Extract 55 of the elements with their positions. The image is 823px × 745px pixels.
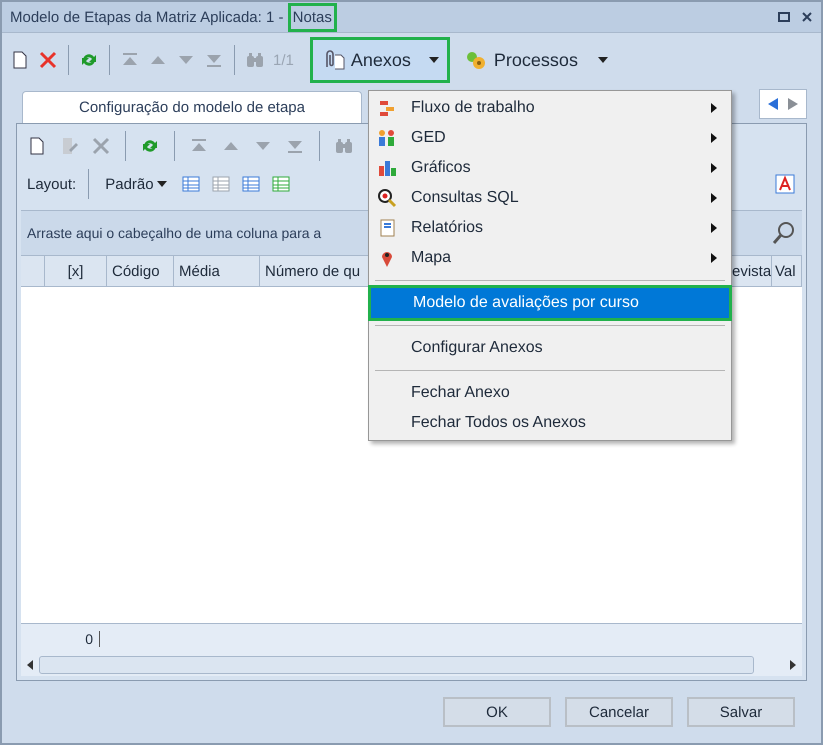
submenu-arrow-icon (711, 133, 717, 143)
column-header[interactable]: Código (107, 256, 174, 286)
import-icon[interactable] (270, 174, 291, 194)
save-layout-icon[interactable] (180, 174, 201, 194)
right-arrow-icon[interactable] (786, 97, 800, 111)
scrollbar-thumb[interactable] (39, 656, 754, 674)
window-title: Modelo de Etapas da Matriz Aplicada: 1 - (10, 8, 284, 26)
submenu-arrow-icon (711, 163, 717, 173)
menu-item[interactable]: Modelo de avaliações por curso (371, 288, 729, 318)
restore-icon[interactable] (777, 10, 791, 24)
row-count: 0 (21, 631, 100, 647)
caret-icon (598, 57, 608, 63)
group-by-hint: Arraste aqui o cabeçalho de uma coluna para a (27, 225, 322, 241)
menu-item[interactable]: GED (369, 123, 731, 153)
menu-item[interactable]: Consultas SQL (369, 183, 731, 213)
submenu-arrow-icon (711, 223, 717, 233)
menu-item[interactable]: Relatórios (369, 213, 731, 243)
submenu-arrow-icon (711, 193, 717, 203)
table-icon[interactable] (240, 174, 261, 194)
processes-button[interactable]: Processos (458, 40, 614, 80)
caret-icon (428, 57, 439, 63)
left-arrow-icon[interactable] (766, 97, 780, 111)
save-button[interactable]: Salvar (687, 697, 795, 727)
binoculars-icon[interactable] (334, 136, 354, 156)
close-icon[interactable] (801, 11, 813, 23)
scroll-left-icon[interactable] (25, 659, 35, 671)
window-title: Notas (288, 2, 337, 32)
search-icon[interactable] (772, 221, 796, 245)
ok-button[interactable]: OK (443, 697, 551, 727)
submenu-arrow-icon (711, 103, 717, 113)
binoculars-icon[interactable] (245, 50, 265, 70)
menu-item[interactable]: Configurar Anexos (369, 333, 731, 363)
column-header[interactable]: [x] (45, 256, 107, 286)
pager-text: 1/1 (273, 52, 294, 68)
menu-item[interactable]: Gráficos (369, 153, 731, 183)
people-icon (377, 128, 397, 148)
menu-item[interactable]: Fechar Anexo (369, 378, 731, 408)
layout-dropdown[interactable]: Padrão (101, 176, 171, 192)
submenu-arrow-icon (711, 253, 717, 263)
scroll-right-icon[interactable] (788, 659, 798, 671)
column-header[interactable]: Val (772, 256, 802, 286)
remove-layout-icon[interactable] (210, 174, 231, 194)
menu-item[interactable]: Fechar Todos os Anexos (369, 408, 731, 438)
cancel-button[interactable]: Cancelar (565, 697, 673, 727)
attachments-button[interactable]: Anexos (310, 37, 450, 83)
bar-chart-icon (377, 158, 397, 178)
menu-item[interactable]: Fluxo de trabalho (369, 93, 731, 123)
magnifier-icon (377, 188, 397, 208)
workflow-icon (377, 98, 397, 118)
column-header[interactable]: Média (174, 256, 260, 286)
caret-icon (156, 181, 167, 187)
layout-label: Layout: (27, 176, 76, 192)
close-icon[interactable] (38, 50, 58, 70)
tab[interactable]: Configuração do modelo de etapa (22, 91, 362, 123)
font-icon[interactable] (774, 173, 796, 195)
